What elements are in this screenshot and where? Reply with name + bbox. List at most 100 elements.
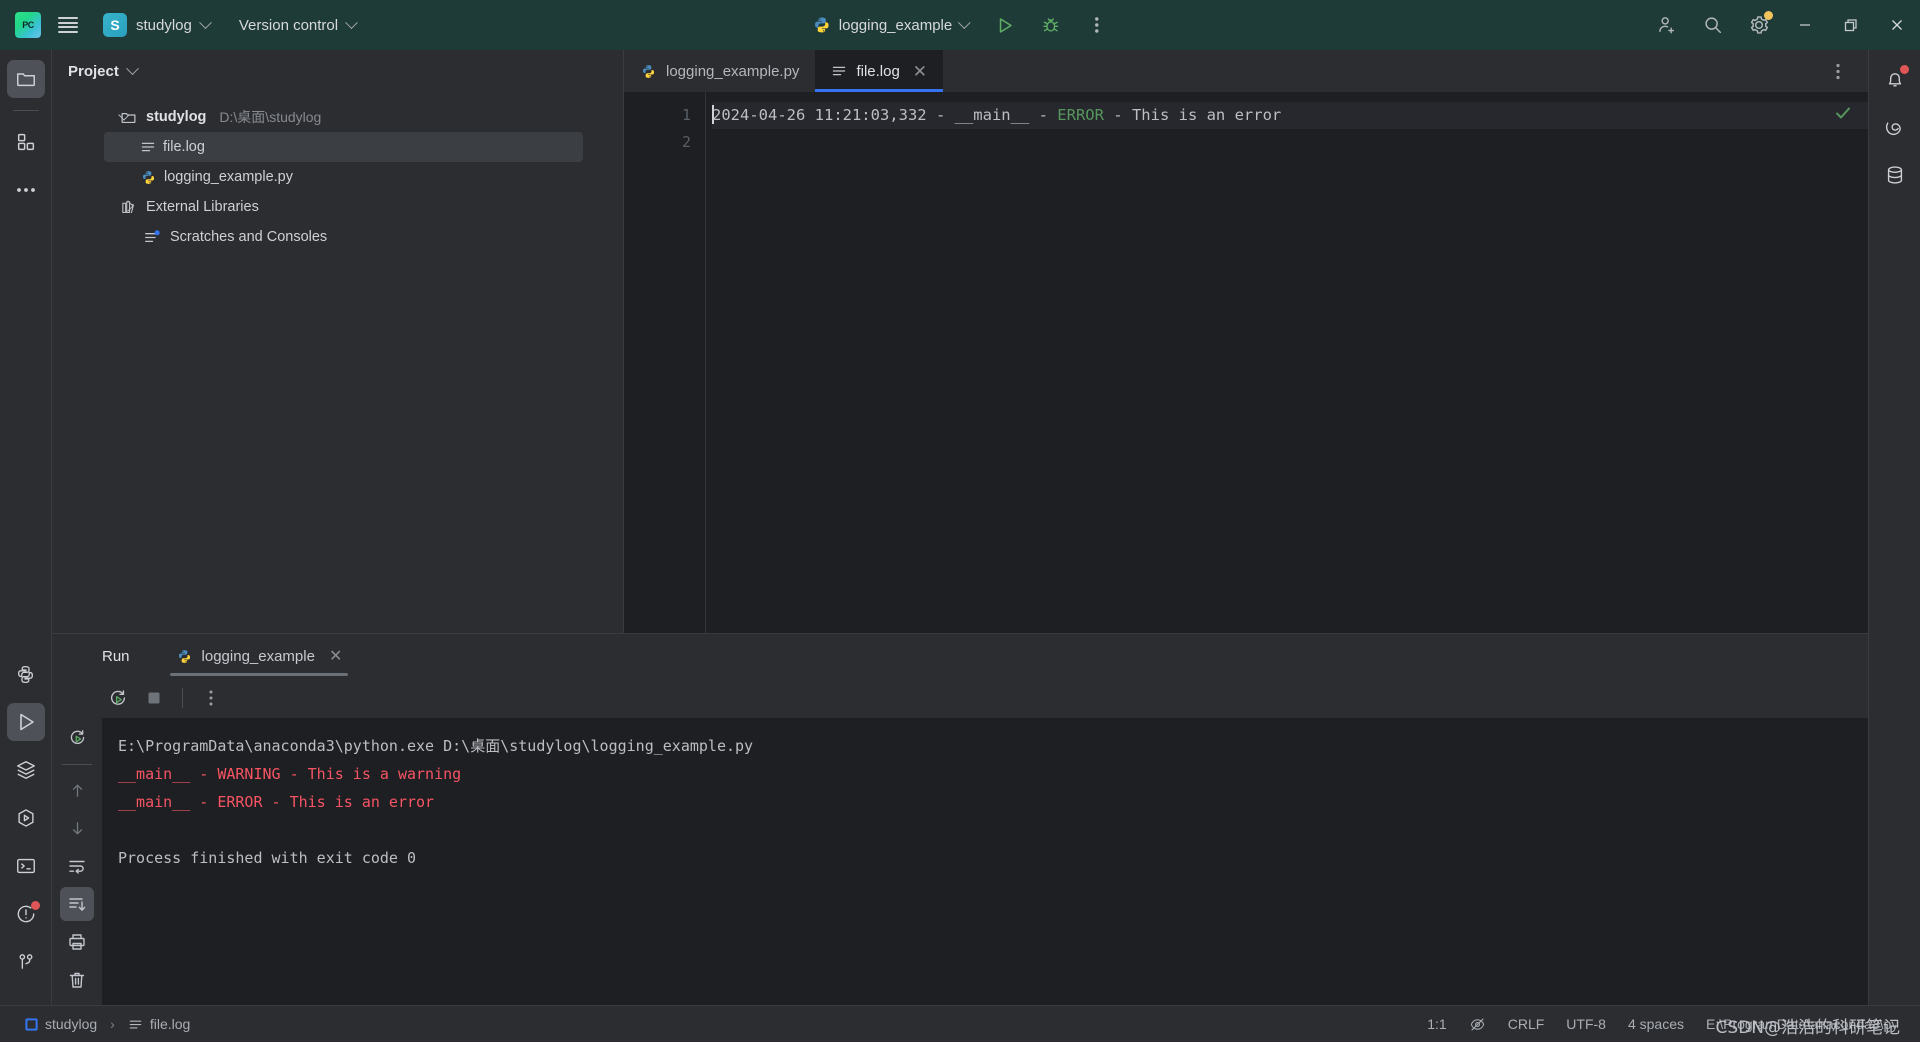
soft-wrap-button[interactable]	[60, 849, 94, 883]
breadcrumb-item-file-log[interactable]: file.log	[123, 1013, 195, 1035]
project-avatar: S	[103, 13, 127, 37]
tree-node-studylog[interactable]: studylog D:\桌面\studylog	[52, 102, 623, 132]
maximize-button[interactable]	[1828, 0, 1874, 50]
project-widget[interactable]: S studylog	[94, 8, 219, 42]
sidebar-item-structure[interactable]	[7, 123, 45, 161]
run-widget-group: logging_example	[803, 5, 1117, 45]
interpreter-setting[interactable]: E:\ProgramData\anaconda3\python.exe	[1706, 1016, 1896, 1032]
tab-label: logging_example.py	[666, 62, 800, 80]
caret-position[interactable]: 1:1	[1427, 1016, 1446, 1032]
tab-close-icon[interactable]: ✕	[913, 63, 927, 80]
tree-node-scratches-and-consoles[interactable]: Scratches and Consoles	[52, 222, 623, 252]
arrow-up-icon	[72, 784, 82, 797]
log-file-icon	[141, 142, 155, 152]
file-encoding[interactable]: UTF-8	[1566, 1016, 1606, 1032]
sidebar-item-problems[interactable]	[7, 895, 45, 933]
sidebar-item-terminal[interactable]	[7, 847, 45, 885]
console-line: E:\ProgramData\anaconda3\python.exe D:\桌…	[118, 737, 754, 755]
sidebar-item-run[interactable]	[6, 703, 45, 741]
code-content[interactable]: 2024-04-26 11:21:03,332 - __main__ - ERR…	[706, 92, 1868, 633]
project-pane-title: Project	[68, 62, 119, 80]
sidebar-item-python-console[interactable]	[7, 751, 45, 789]
rerun-button[interactable]	[102, 683, 134, 713]
chevron-down-icon	[345, 15, 358, 29]
hex-run-icon	[17, 809, 34, 827]
run-configuration-selector[interactable]: logging_example	[803, 11, 979, 39]
sidebar-item-more[interactable]	[7, 171, 45, 209]
rerun-failed-button[interactable]	[60, 720, 94, 754]
settings-button[interactable]	[1736, 0, 1782, 50]
ellipsis-icon	[16, 188, 35, 192]
add-user-icon	[1659, 17, 1675, 34]
scroll-down-button[interactable]	[60, 811, 94, 845]
project-pane-header[interactable]: Project	[52, 50, 623, 92]
chevron-down-icon	[125, 61, 139, 75]
editor-area: logging_example.py file.log ✕ 1 2 2024-0…	[624, 50, 1868, 633]
python-file-icon	[642, 64, 655, 78]
minimize-button[interactable]	[1782, 0, 1828, 50]
squares-icon	[17, 133, 34, 151]
run-button[interactable]	[985, 5, 1025, 45]
tab-file-log[interactable]: file.log ✕	[815, 50, 944, 92]
print-button[interactable]	[60, 925, 94, 959]
settings-badge	[1764, 11, 1773, 20]
scroll-up-button[interactable]	[60, 773, 94, 807]
version-control-widget[interactable]: Version control	[229, 12, 366, 39]
run-config-name: logging_example	[838, 16, 953, 34]
code-line-1: 2024-04-26 11:21:03,332 - __main__ - ERR…	[712, 102, 1868, 129]
tab-logging-example-py[interactable]: logging_example.py	[624, 50, 815, 92]
console-line: Process finished with exit code 0	[118, 849, 417, 867]
python-icon	[18, 665, 33, 683]
line-separator[interactable]: CRLF	[1508, 1016, 1545, 1032]
hamburger-icon[interactable]	[48, 5, 88, 45]
more-actions-button[interactable]	[1077, 5, 1117, 45]
log-file-icon	[833, 66, 846, 76]
run-console[interactable]: E:\ProgramData\anaconda3\python.exe D:\桌…	[102, 718, 1868, 1005]
run-icon	[999, 17, 1012, 33]
status-bar-right: 1:1 CRLF UTF-8 4 spaces E:\ProgramData\a…	[1427, 1016, 1906, 1033]
editor-options-button[interactable]	[1818, 51, 1858, 91]
log-level-error: ERROR	[1057, 106, 1104, 124]
run-options-button[interactable]	[195, 683, 227, 713]
close-button[interactable]	[1874, 0, 1920, 50]
arrow-down-icon	[72, 821, 82, 834]
sidebar-item-database[interactable]	[1876, 156, 1914, 194]
database-icon	[1887, 166, 1902, 184]
rerun-icon	[111, 690, 126, 705]
sidebar-item-notifications[interactable]	[1876, 60, 1914, 98]
clear-all-button[interactable]	[60, 963, 94, 997]
tree-node-file-log[interactable]: file.log	[104, 132, 583, 162]
tree-node-label: Scratches and Consoles	[170, 229, 328, 245]
indent-setting[interactable]: 4 spaces	[1628, 1016, 1684, 1032]
sidebar-item-project[interactable]	[6, 60, 45, 98]
editor-and-project: Project studylog D:\桌面\studylog file.log…	[52, 50, 1868, 633]
status-bar: studylog › file.log 1:1 CRLF UTF-8 4 spa…	[0, 1005, 1920, 1042]
run-tab-strip: Run logging_example ✕	[52, 634, 1868, 678]
inspection-widget[interactable]	[1828, 98, 1858, 128]
breadcrumb-label: studylog	[45, 1016, 98, 1032]
trash-icon	[69, 972, 85, 988]
run-tab-close-icon[interactable]: ✕	[329, 646, 342, 666]
tree-node-external-libraries[interactable]: External Libraries	[52, 192, 623, 222]
main-body: Project studylog D:\桌面\studylog file.log…	[0, 50, 1920, 1005]
sidebar-item-version-control[interactable]	[7, 943, 45, 981]
tree-node-logging-example-py[interactable]: logging_example.py	[52, 162, 623, 192]
reader-mode-icon	[1470, 1017, 1484, 1031]
add-user-button[interactable]	[1644, 0, 1690, 50]
run-tab-logging-example[interactable]: logging_example ✕	[166, 634, 353, 678]
reader-mode-icon[interactable]	[1469, 1016, 1486, 1033]
tree-node-label: studylog	[146, 109, 207, 125]
sidebar-item-ai-assistant[interactable]	[1876, 108, 1914, 146]
search-button[interactable]	[1690, 0, 1736, 50]
debug-button[interactable]	[1031, 5, 1071, 45]
left-tool-strip	[0, 50, 52, 1005]
sidebar-item-python-packages[interactable]	[7, 655, 45, 693]
stop-button[interactable]	[138, 683, 170, 713]
breadcrumb-item-studylog[interactable]: studylog	[20, 1013, 102, 1035]
sidebar-item-services[interactable]	[7, 799, 45, 837]
search-icon	[1705, 17, 1722, 34]
project-tree: studylog D:\桌面\studylog file.log logging…	[52, 92, 623, 252]
scroll-to-end-button[interactable]	[60, 887, 94, 921]
run-triangle-icon	[19, 713, 34, 731]
printer-icon	[69, 934, 85, 950]
